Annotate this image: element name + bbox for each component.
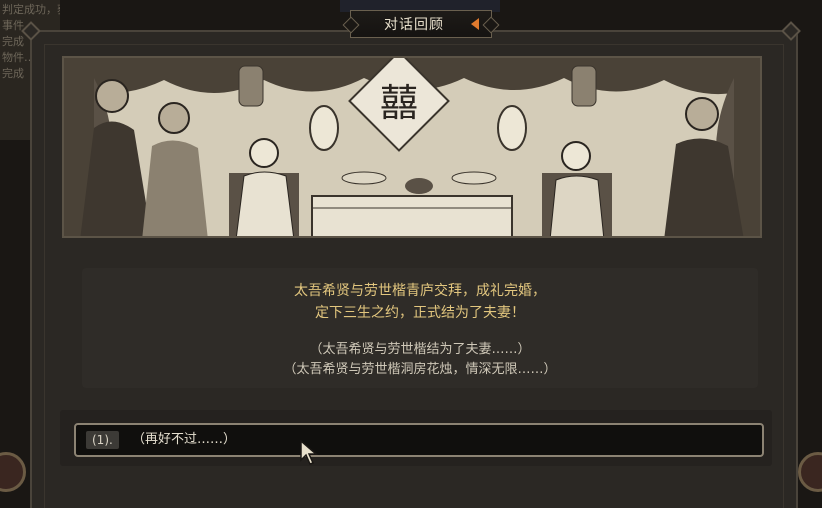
wedding-scene-image: 囍 [64,58,760,236]
choice-number-badge: (1). [86,431,119,449]
bg-log-line: 判定成功，获得了奖励 [2,3,60,16]
narration-box: 太吾希贤与劳世楷青庐交拜，成礼完婚， 定下三生之约，正式结为了夫妻！ （太吾希贤… [82,268,758,388]
corner-medallion-icon [0,452,26,492]
narration-line: 定下三生之约，正式结为了夫妻！ [315,305,525,321]
wedding-illustration: 囍 [62,56,762,238]
dialog-choice-option[interactable]: (1). （再好不过……） [74,423,764,457]
narration-aside: （太吾希贤与劳世楷结为了夫妻……） [309,342,531,357]
dialog-title: 对话回顾 [384,17,444,33]
narration-line: 太吾希贤与劳世楷青庐交拜，成礼完婚， [294,283,546,299]
collapse-arrow-icon[interactable] [471,18,479,30]
corner-medallion-icon [798,452,822,492]
choice-label: （再好不过……） [132,432,237,447]
mouse-cursor-icon [300,440,318,465]
dialog-title-bar: 对话回顾 [350,10,492,38]
narration-aside: （太吾希贤与劳世楷洞房花烛，情深无限……） [283,362,557,377]
double-happiness-text: 囍 [380,81,418,125]
